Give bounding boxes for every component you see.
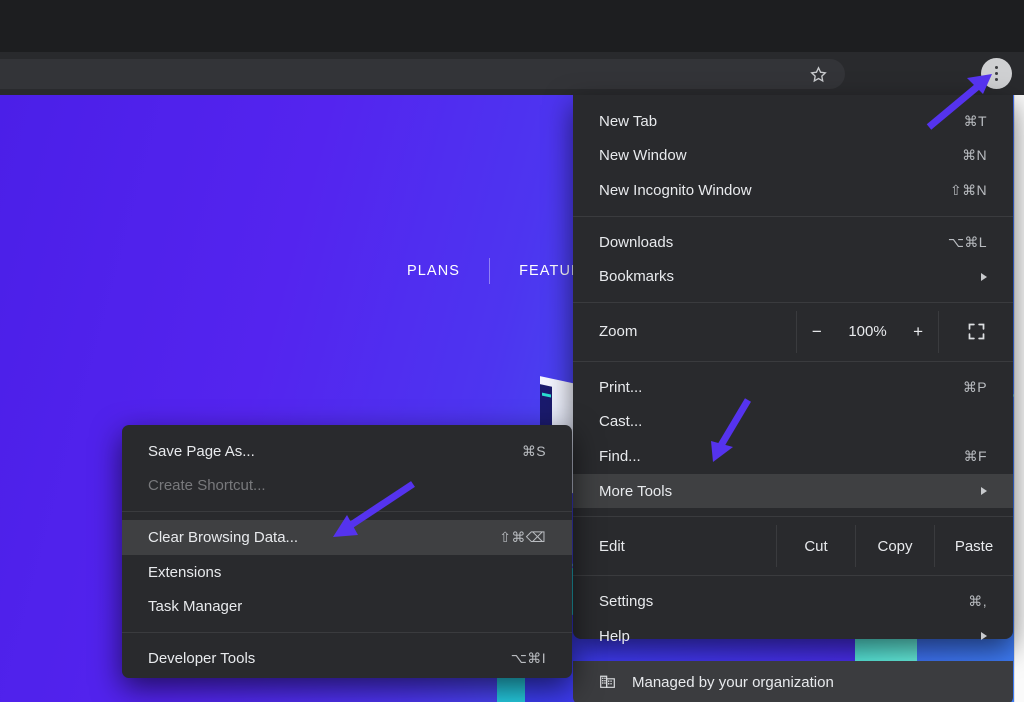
menu-separator [122,632,572,633]
menu-item-new-tab[interactable]: New Tab ⌘T [573,104,1013,139]
zoom-level-value: 100% [837,323,899,340]
menu-item-label: Help [599,628,981,645]
menu-item-label: Developer Tools [148,650,511,667]
zoom-label-cell: Zoom [573,311,796,353]
zoom-out-button[interactable]: − [797,322,837,342]
dot-3 [995,78,998,81]
dot-2 [995,72,998,75]
three-dot-menu-icon[interactable] [981,58,1012,89]
menu-item-settings[interactable]: Settings ⌘, [573,584,1013,619]
chevron-right-icon [981,632,987,640]
menu-separator [573,516,1013,517]
menu-item-label: Bookmarks [599,268,981,285]
submenu-item-developer-tools[interactable]: Developer Tools ⌥⌘I [122,641,572,676]
menu-item-downloads[interactable]: Downloads ⌥⌘L [573,225,1013,260]
menu-separator [573,575,1013,576]
chrome-main-menu: New Tab ⌘T New Window ⌘N New Incognito W… [573,95,1013,639]
menu-item-accelerator: ⌘, [968,593,987,610]
nav-item-plans[interactable]: PLANS [378,263,489,279]
menu-item-new-incognito-window[interactable]: New Incognito Window ⇧⌘N [573,173,1013,208]
managed-by-organization-row[interactable]: Managed by your organization [573,661,1013,702]
menu-item-label: Edit [599,538,625,555]
dot-1 [995,66,998,69]
menu-separator [573,361,1013,362]
tab-strip [0,0,1024,52]
organization-building-icon [599,672,616,693]
submenu-item-extensions[interactable]: Extensions [122,555,572,590]
menu-item-label: New Tab [599,113,964,130]
cut-button[interactable]: Cut [776,525,855,567]
more-tools-submenu: Save Page As... ⌘S Create Shortcut... Cl… [122,425,572,678]
menu-separator [122,511,572,512]
copy-button[interactable]: Copy [855,525,934,567]
menu-item-label: Clear Browsing Data... [148,529,499,546]
menu-item-accelerator: ⌥⌘L [948,234,987,251]
menu-item-label: Cast... [599,413,987,430]
browser-toolbar [0,52,1024,95]
chevron-right-icon [981,273,987,281]
menu-item-accelerator: ⌘T [964,113,987,130]
star-icon[interactable] [803,61,833,87]
menu-item-label: Extensions [148,564,546,581]
zoom-controls: − 100% + [796,311,939,353]
menu-item-accelerator: ⇧⌘N [950,182,987,199]
menu-item-accelerator: ⌘S [522,443,546,460]
submenu-item-task-manager[interactable]: Task Manager [122,589,572,624]
menu-item-bookmarks[interactable]: Bookmarks [573,259,1013,294]
menu-item-accelerator: ⇧⌘⌫ [499,529,546,546]
menu-item-label: Task Manager [148,598,546,615]
menu-item-label: Settings [599,593,968,610]
menu-item-label: Zoom [599,323,637,340]
menu-item-accelerator: ⌥⌘I [511,650,546,667]
submenu-item-clear-browsing-data[interactable]: Clear Browsing Data... ⇧⌘⌫ [122,520,572,555]
page-scrollbar[interactable] [1014,95,1024,702]
menu-item-label: More Tools [599,483,981,500]
chevron-right-icon [981,487,987,495]
menu-item-accelerator: ⌘P [963,379,987,396]
zoom-in-button[interactable]: + [898,322,938,342]
menu-item-label: Create Shortcut... [148,477,546,494]
menu-item-label: Print... [599,379,963,396]
menu-item-cast[interactable]: Cast... [573,405,1013,440]
menu-item-zoom: Zoom − 100% + [573,311,1013,353]
managed-by-organization-label: Managed by your organization [632,674,834,691]
menu-item-new-window[interactable]: New Window ⌘N [573,139,1013,174]
edit-label-cell: Edit [573,525,776,567]
fullscreen-icon[interactable] [939,311,1013,353]
omnibox[interactable] [0,59,845,89]
menu-item-more-tools[interactable]: More Tools [573,474,1013,509]
menu-item-print[interactable]: Print... ⌘P [573,370,1013,405]
paste-button[interactable]: Paste [934,525,1013,567]
menu-item-label: Find... [599,448,964,465]
menu-item-label: New Window [599,147,962,164]
menu-separator [573,216,1013,217]
menu-item-help[interactable]: Help [573,619,1013,654]
menu-item-edit: Edit Cut Copy Paste [573,525,1013,567]
menu-item-label: Save Page As... [148,443,522,460]
menu-item-accelerator: ⌘F [964,448,987,465]
menu-item-find[interactable]: Find... ⌘F [573,439,1013,474]
submenu-item-save-page-as[interactable]: Save Page As... ⌘S [122,434,572,469]
menu-item-accelerator: ⌘N [962,147,987,164]
submenu-item-create-shortcut: Create Shortcut... [122,469,572,504]
menu-separator [573,302,1013,303]
menu-item-label: New Incognito Window [599,182,950,199]
menu-item-label: Downloads [599,234,948,251]
